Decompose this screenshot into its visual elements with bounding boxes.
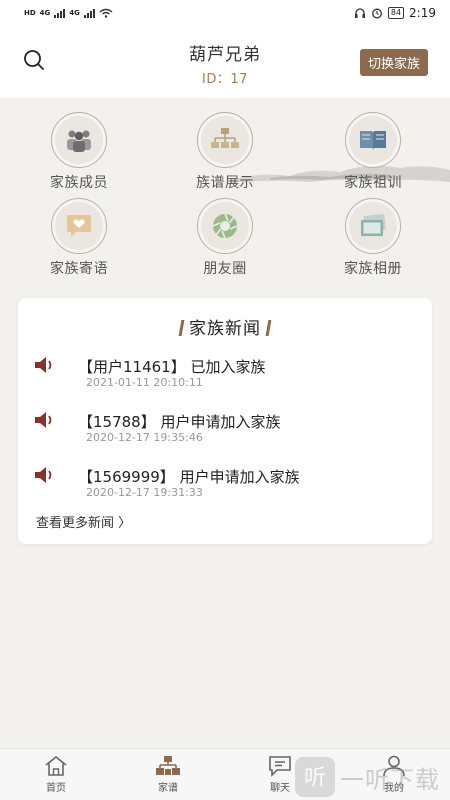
home-icon — [45, 755, 67, 776]
news-time: 2020-12-17 19:35:46 — [86, 431, 203, 444]
switch-family-button[interactable]: 切换家族 — [359, 49, 428, 76]
grid-label: 家族成员 — [50, 175, 108, 191]
nav-label: 聊天 — [270, 783, 290, 794]
headphones-icon — [354, 8, 365, 18]
speaker-icon — [35, 412, 52, 428]
grid-label: 族谱展示 — [196, 175, 254, 191]
news-title: 家族新闻 — [18, 314, 432, 339]
aperture-icon — [212, 213, 238, 239]
news-time: 2020-12-17 19:31:33 — [86, 486, 203, 499]
family-tree-icon — [156, 756, 180, 775]
bottom-nav: 首页 家谱 聊天 我的 — [0, 748, 450, 800]
grid-label: 朋友圈 — [203, 261, 247, 277]
grid-icon-circle — [345, 112, 401, 168]
status-right: 84 2:19 — [354, 6, 436, 20]
news-text: 【15788】 用户申请加入家族 — [78, 413, 281, 431]
nav-label: 家谱 — [158, 783, 178, 794]
news-text: 【1569999】 用户申请加入家族 — [78, 468, 300, 486]
chat-icon — [269, 756, 291, 777]
grid-icon-circle — [345, 198, 401, 254]
news-time: 2021-01-11 20:10:11 — [86, 376, 203, 389]
network-indicator: 4G — [39, 9, 51, 17]
news-text: 【用户11461】 已加入家族 — [78, 358, 266, 376]
grid-icon-circle — [197, 198, 253, 254]
heart-message-icon — [67, 215, 91, 237]
more-news-link[interactable]: 查看更多新闻 〉 — [36, 512, 131, 531]
grid-icon-circle — [51, 198, 107, 254]
people-icon — [67, 130, 91, 152]
hd-indicator: HD — [24, 9, 36, 17]
nav-genealogy[interactable]: 家谱 — [128, 755, 208, 794]
nav-chat[interactable]: 聊天 — [240, 755, 320, 794]
grid-item-family-messages[interactable]: 家族寄语 — [24, 198, 134, 278]
grid-item-family-album[interactable]: 家族相册 — [318, 198, 428, 278]
speaker-icon — [35, 467, 52, 483]
signal-icon-2 — [83, 8, 95, 18]
alarm-icon — [371, 8, 382, 19]
speaker-icon — [35, 357, 52, 373]
status-left: HD 4G 4G — [24, 8, 113, 18]
grid-label: 家族相册 — [344, 261, 402, 277]
grid-item-family-members[interactable]: 家族成员 — [24, 112, 134, 192]
family-news-card: 家族新闻 【用户11461】 已加入家族 2021-01-11 20:10:11… — [18, 298, 432, 544]
network-indicator-2: 4G — [69, 9, 80, 17]
grid-label: 家族寄语 — [50, 261, 108, 277]
title-bar-right — [265, 320, 272, 336]
signal-icon — [54, 8, 66, 18]
status-bar: HD 4G 4G 84 2:19 — [0, 0, 450, 26]
news-title-text: 家族新闻 — [189, 319, 261, 339]
nav-profile[interactable]: 我的 — [354, 755, 434, 794]
nav-home[interactable]: 首页 — [16, 755, 96, 794]
grid-label: 家族祖训 — [344, 175, 402, 191]
grid-icon-circle — [51, 112, 107, 168]
nav-label: 我的 — [384, 783, 404, 794]
grid-icon-circle — [197, 112, 253, 168]
nav-label: 首页 — [46, 783, 66, 794]
battery-icon: 84 — [387, 7, 405, 19]
header: 葫芦兄弟 ID：17 切换家族 — [0, 26, 450, 98]
book-icon — [360, 131, 386, 150]
tree-chart-icon — [211, 128, 239, 148]
grid-item-genealogy-display[interactable]: 族谱展示 — [170, 112, 280, 192]
wifi-icon — [99, 8, 113, 18]
user-icon — [383, 755, 405, 777]
grid-item-family-precepts[interactable]: 家族祖训 — [318, 112, 428, 192]
title-bar-left — [178, 320, 185, 336]
album-icon — [361, 213, 386, 236]
clock: 2:19 — [409, 6, 436, 20]
grid-item-moments[interactable]: 朋友圈 — [170, 198, 280, 278]
